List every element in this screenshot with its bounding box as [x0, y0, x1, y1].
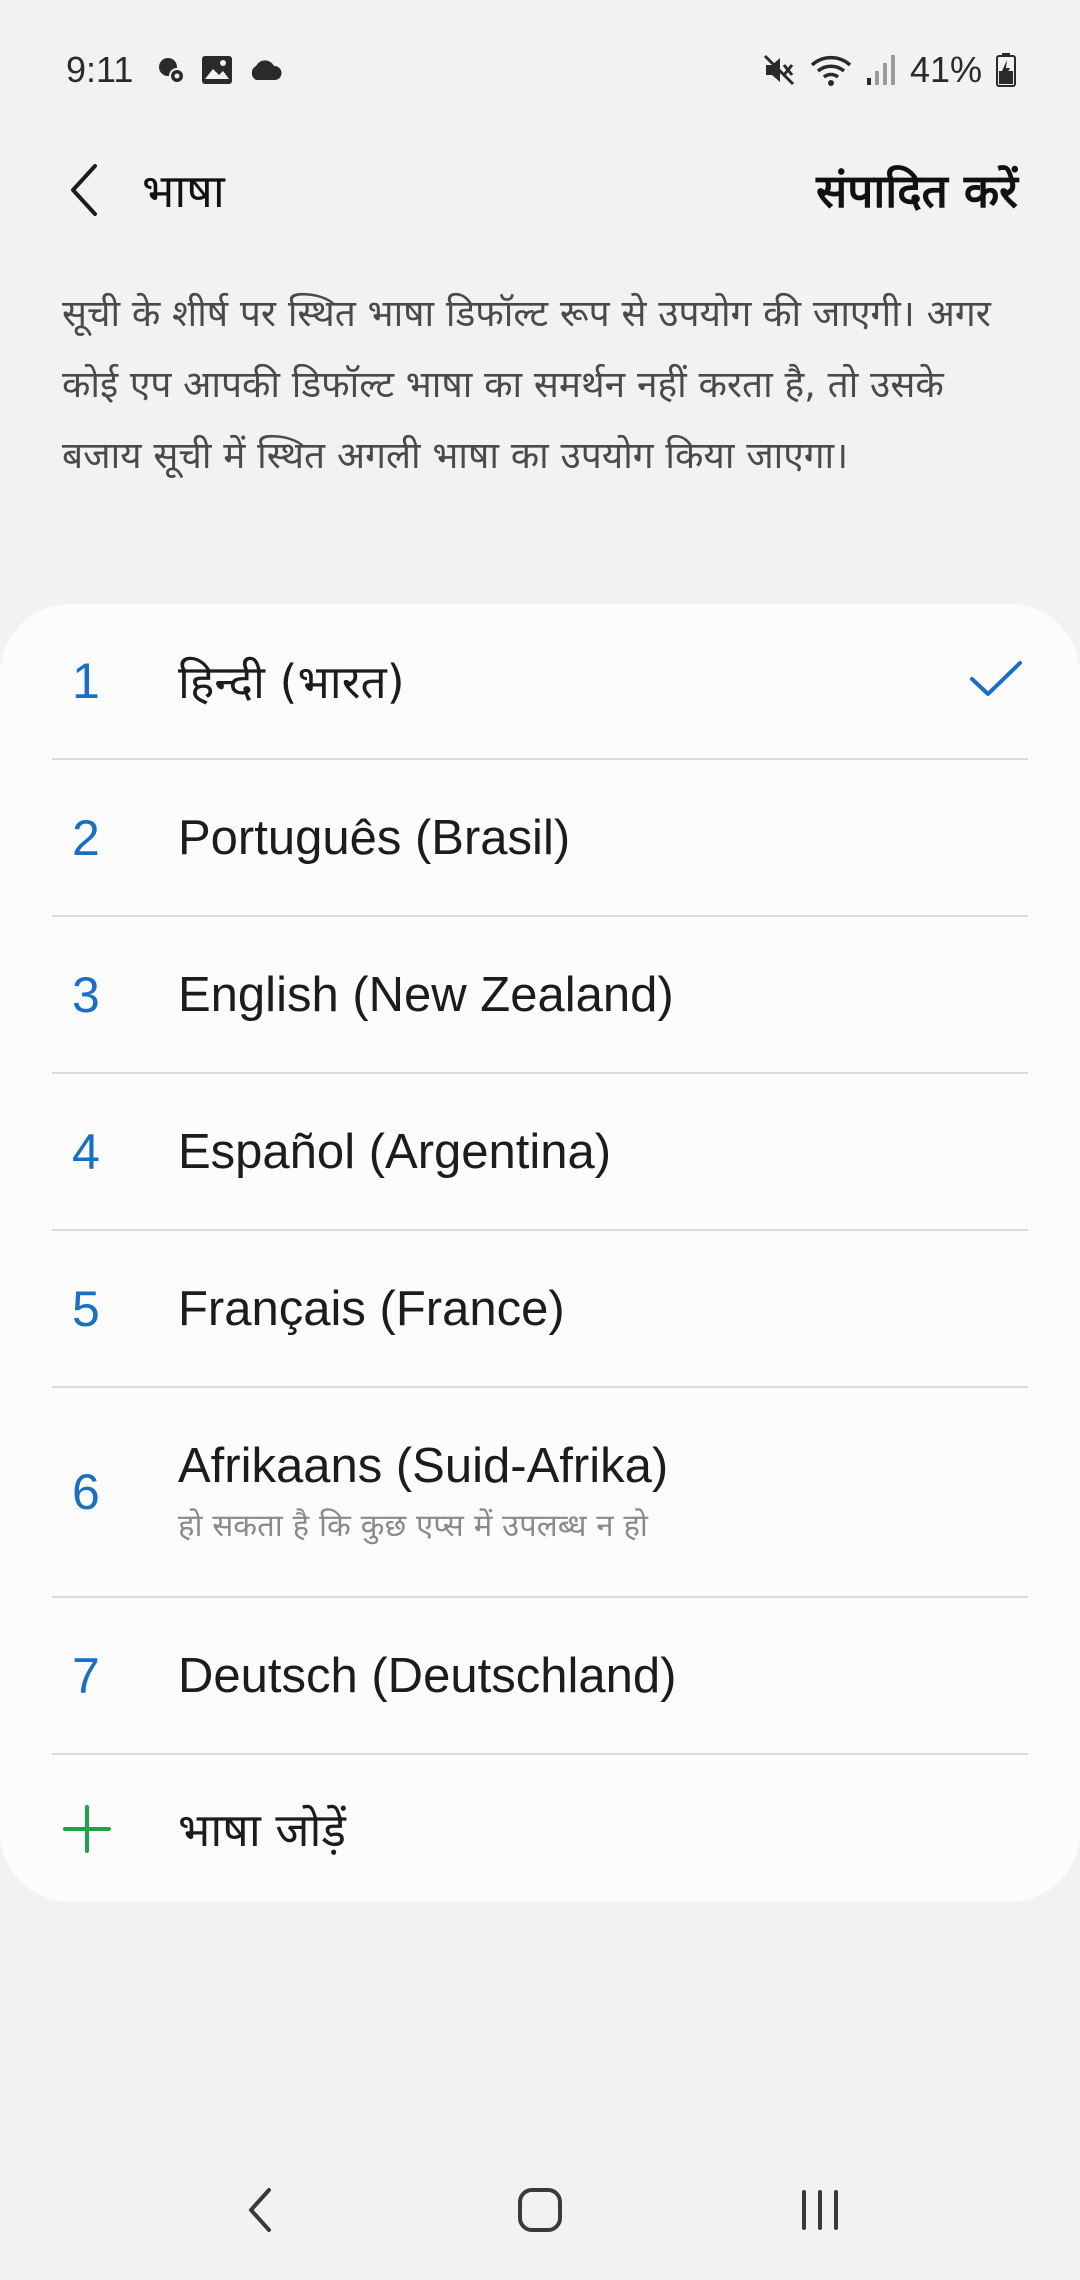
battery-charging-icon [996, 53, 1016, 87]
language-item-4[interactable]: 4 Español (Argentina) [52, 1074, 1028, 1231]
wifi-icon [810, 53, 852, 87]
recents-nav-icon [802, 2190, 838, 2230]
language-item-3[interactable]: 3 English (New Zealand) [52, 917, 1028, 1074]
mute-icon [762, 53, 796, 87]
navigation-bar [0, 2140, 1080, 2280]
checkmark-icon [968, 659, 1024, 703]
back-button[interactable] [56, 150, 112, 230]
language-order-number: 7 [72, 1647, 100, 1704]
language-text: Français (France) [178, 1281, 565, 1337]
home-nav-icon [518, 2188, 562, 2232]
language-text: Deutsch (Deutschland) [178, 1648, 676, 1704]
language-order-number: 6 [72, 1464, 100, 1520]
language-name: हिन्दी (भारत) [178, 655, 405, 709]
chevron-left-icon [71, 164, 97, 216]
language-text: Afrikaans (Suid-Afrika) हो सकता है कि कु… [178, 1438, 668, 1546]
plus-icon [52, 1804, 178, 1854]
battery-percent: 41% [909, 49, 982, 90]
cloud-icon [247, 58, 283, 82]
language-name: Português (Brasil) [178, 810, 571, 865]
status-time: 9:11 [66, 49, 134, 90]
language-text: हिन्दी (भारत) [178, 650, 405, 712]
language-settings-screen: 9:11 41% भाषा संपादित करें सूची के शीर्ष… [0, 0, 1080, 2280]
language-item-6[interactable]: 6 Afrikaans (Suid-Afrika) हो सकता है कि … [52, 1388, 1028, 1598]
signal-icon [866, 54, 896, 86]
language-order-number: 3 [72, 966, 100, 1023]
app-bar: भाषा संपादित करें [0, 140, 1080, 240]
language-name: Afrikaans (Suid-Afrika) [178, 1439, 669, 1493]
nav-home-button[interactable] [480, 2160, 600, 2260]
language-item-1[interactable]: 1 हिन्दी (भारत) [52, 604, 1028, 760]
gallery-icon [201, 55, 233, 85]
nav-back-button[interactable] [200, 2160, 320, 2260]
language-order-number: 2 [72, 809, 100, 866]
language-item-5[interactable]: 5 Français (France) [52, 1231, 1028, 1388]
page-title: भाषा [142, 164, 225, 218]
bixby-routine-icon [155, 54, 187, 86]
language-name: Deutsch (Deutschland) [178, 1648, 677, 1703]
language-item-7[interactable]: 7 Deutsch (Deutschland) [52, 1598, 1028, 1755]
language-name: Español (Argentina) [178, 1124, 612, 1179]
language-text: Português (Brasil) [178, 810, 570, 866]
language-text: English (New Zealand) [178, 967, 674, 1023]
language-order-number: 1 [72, 653, 100, 709]
app-bar-left: भाषा [56, 150, 225, 230]
language-item-2[interactable]: 2 Português (Brasil) [52, 760, 1028, 917]
language-name: Français (France) [178, 1281, 565, 1336]
language-name: English (New Zealand) [178, 967, 674, 1022]
add-language-button[interactable]: भाषा जोड़ें [52, 1755, 1028, 1902]
language-order-number: 5 [72, 1280, 100, 1337]
status-bar-right: 41% [762, 49, 1016, 91]
back-nav-icon [249, 2188, 271, 2232]
add-language-label: भाषा जोड़ें [178, 1802, 347, 1857]
nav-recents-button[interactable] [760, 2160, 880, 2260]
edit-button[interactable]: संपादित करें [816, 159, 1018, 221]
status-bar: 9:11 41% [0, 0, 1080, 140]
language-description: सूची के शीर्ष पर स्थित भाषा डिफॉल्ट रूप … [62, 292, 991, 477]
status-bar-left: 9:11 [66, 49, 283, 91]
language-order-number: 4 [72, 1123, 100, 1180]
language-availability-note: हो सकता है कि कुछ एप्स में उपलब्ध न हो [178, 1508, 648, 1544]
language-text: Español (Argentina) [178, 1124, 611, 1180]
language-list-card: 1 हिन्दी (भारत) 2 Português (Brasil) 3 E… [0, 604, 1080, 1902]
